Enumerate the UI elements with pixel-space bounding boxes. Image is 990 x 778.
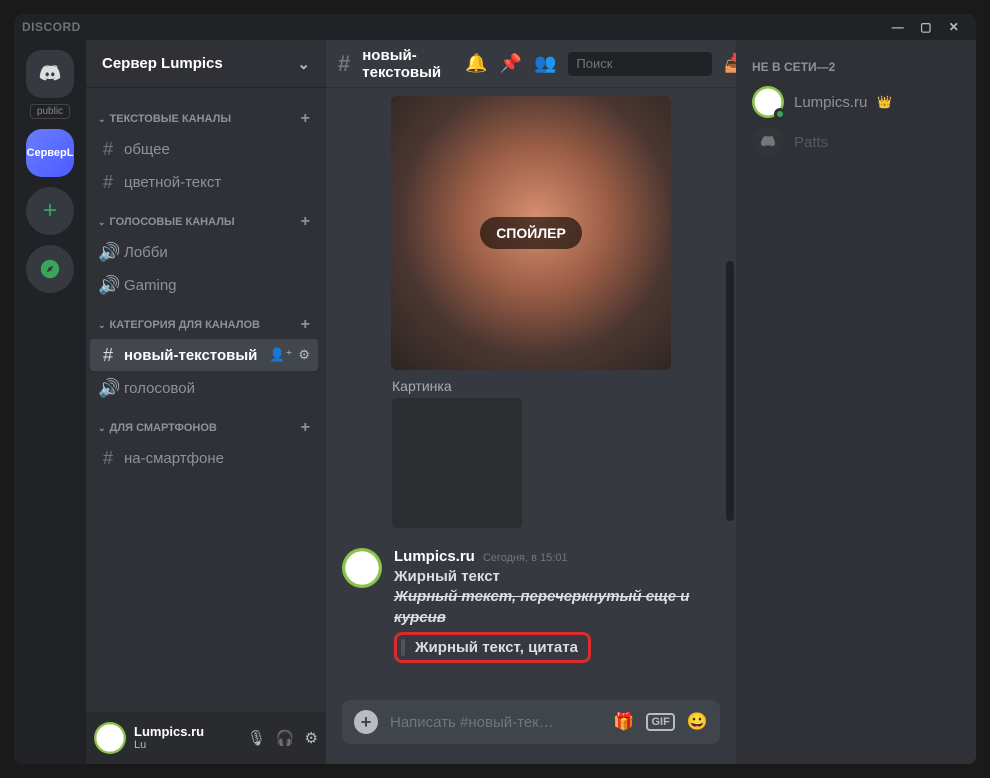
- guild-server-lumpics[interactable]: СерверL: [26, 129, 74, 177]
- compass-icon: [39, 258, 61, 280]
- gift-icon[interactable]: 🎁: [613, 712, 634, 732]
- highlight-annotation: Жирный текст, цитата: [394, 632, 591, 663]
- window-minimize-button[interactable]: —: [884, 16, 912, 38]
- chevron-down-icon: ⌄: [98, 217, 106, 228]
- members-toggle-icon[interactable]: 👥: [534, 53, 556, 74]
- avatar[interactable]: [94, 722, 126, 754]
- search-box[interactable]: 🔍: [568, 52, 712, 76]
- mute-button[interactable]: 🎙: [247, 729, 266, 747]
- home-button[interactable]: [26, 50, 74, 98]
- hash-icon: #: [98, 345, 118, 366]
- channel-item[interactable]: #общее: [90, 133, 318, 165]
- avatar[interactable]: [342, 548, 382, 588]
- message-line-bold: Жирный текст: [394, 567, 720, 587]
- member-name: Patts: [794, 134, 828, 151]
- channel-item[interactable]: #на-смартфоне: [90, 442, 318, 474]
- channel-item-selected[interactable]: #новый-текстовый👤⁺⚙: [90, 339, 318, 371]
- channel-title: новый-текстовый: [362, 47, 441, 81]
- chevron-down-icon: ⌄: [98, 423, 106, 434]
- chevron-down-icon: ⌄: [297, 55, 310, 73]
- channel-item[interactable]: 🔊голосовой: [90, 372, 318, 404]
- avatar: [752, 126, 784, 158]
- server-header[interactable]: Сервер Lumpics ⌄: [86, 40, 326, 88]
- blockquote-bar: [401, 639, 405, 656]
- window-close-button[interactable]: ✕: [940, 16, 968, 38]
- speaker-icon: 🔊: [98, 378, 118, 399]
- public-badge: public: [30, 104, 70, 119]
- channel-sidebar: Сервер Lumpics ⌄ ⌄ТЕКСТОВЫЕ КАНАЛЫ+ #общ…: [86, 40, 326, 764]
- user-panel: Lumpics.ru Lu 🎙 🎧 ⚙: [86, 712, 326, 764]
- hash-icon: #: [98, 172, 118, 193]
- avatar: [752, 86, 784, 118]
- spoiler-badge: СПОЙЛЕР: [480, 217, 582, 249]
- discord-logo-icon: [37, 64, 63, 84]
- gif-button[interactable]: GIF: [646, 713, 674, 731]
- member-list: НЕ В СЕТИ—2 Lumpics.ru 👑 Patts: [736, 40, 976, 764]
- message-line-strike: Жирный текст, перечеркнутый еще и курсив: [394, 587, 720, 628]
- window-maximize-button[interactable]: ▢: [912, 16, 940, 38]
- deafen-button[interactable]: 🎧: [276, 729, 295, 747]
- channel-item[interactable]: 🔊Лобби: [90, 236, 318, 268]
- message: Lumpics.ru Сегодня, в 15:01 Жирный текст…: [342, 548, 720, 663]
- notifications-icon[interactable]: 🔔: [465, 53, 487, 74]
- category-voice[interactable]: ⌄ГОЛОСОВЫЕ КАНАЛЫ+: [90, 199, 318, 235]
- user-tag: Lu: [134, 739, 239, 751]
- hash-icon: #: [98, 448, 118, 469]
- message-composer[interactable]: + Написать #новый-тек… 🎁 GIF 😀: [342, 700, 720, 744]
- username: Lumpics.ru: [134, 725, 239, 739]
- hash-icon: #: [98, 139, 118, 160]
- status-online-icon: [774, 108, 786, 120]
- image-attachment[interactable]: [392, 398, 522, 528]
- add-channel-button[interactable]: +: [301, 419, 310, 437]
- pin-icon[interactable]: 📌: [500, 53, 522, 74]
- server-name: Сервер Lumpics: [102, 55, 223, 72]
- speaker-icon: 🔊: [98, 242, 118, 263]
- composer-placeholder: Написать #новый-тек…: [390, 714, 601, 731]
- guild-rail: public СерверL +: [14, 40, 86, 764]
- add-channel-button[interactable]: +: [301, 110, 310, 128]
- channel-toolbar: # новый-текстовый 🔔 📌 👥 🔍 📥 ❔: [326, 40, 736, 88]
- category-phones[interactable]: ⌄ДЛЯ СМАРТФОНОВ+: [90, 405, 318, 441]
- category-text[interactable]: ⌄ТЕКСТОВЫЕ КАНАЛЫ+: [90, 96, 318, 132]
- message-line-quote: Жирный текст, цитата: [415, 639, 578, 656]
- speaker-icon: 🔊: [98, 275, 118, 296]
- scroll-thumb[interactable]: [726, 261, 734, 521]
- brand-wordmark: DISCORD: [22, 20, 81, 34]
- scrollbar[interactable]: [726, 98, 734, 640]
- emoji-icon[interactable]: 😀: [687, 712, 708, 732]
- gear-icon[interactable]: ⚙: [298, 347, 310, 363]
- invite-icon[interactable]: 👤⁺: [269, 347, 292, 363]
- message-timestamp: Сегодня, в 15:01: [483, 552, 568, 564]
- message-list: СПОЙЛЕР Картинка Lumpics.ru Сегодня, в 1…: [326, 88, 736, 700]
- spoiler-attachment[interactable]: СПОЙЛЕР: [391, 96, 671, 370]
- add-channel-button[interactable]: +: [301, 213, 310, 231]
- channel-item[interactable]: 🔊Gaming: [90, 269, 318, 301]
- settings-button[interactable]: ⚙: [305, 729, 318, 747]
- hash-icon: #: [338, 51, 350, 77]
- members-section-header: НЕ В СЕТИ—2: [744, 56, 968, 82]
- add-server-button[interactable]: +: [26, 187, 74, 235]
- chevron-down-icon: ⌄: [98, 320, 106, 331]
- attach-button[interactable]: +: [354, 710, 378, 734]
- add-channel-button[interactable]: +: [301, 316, 310, 334]
- member-name: Lumpics.ru: [794, 94, 867, 111]
- discord-logo-icon: [759, 135, 777, 149]
- explore-button[interactable]: [26, 245, 74, 293]
- member-row[interactable]: Patts: [744, 122, 968, 162]
- member-row[interactable]: Lumpics.ru 👑: [744, 82, 968, 122]
- category-custom[interactable]: ⌄КАТЕГОРИЯ ДЛЯ КАНАЛОВ+: [90, 302, 318, 338]
- crown-icon: 👑: [877, 95, 892, 109]
- titlebar: DISCORD — ▢ ✕: [14, 14, 976, 40]
- message-author[interactable]: Lumpics.ru: [394, 548, 475, 565]
- attachment-label: Картинка: [392, 378, 720, 394]
- channel-item[interactable]: #цветной-текст: [90, 166, 318, 198]
- chevron-down-icon: ⌄: [98, 114, 106, 125]
